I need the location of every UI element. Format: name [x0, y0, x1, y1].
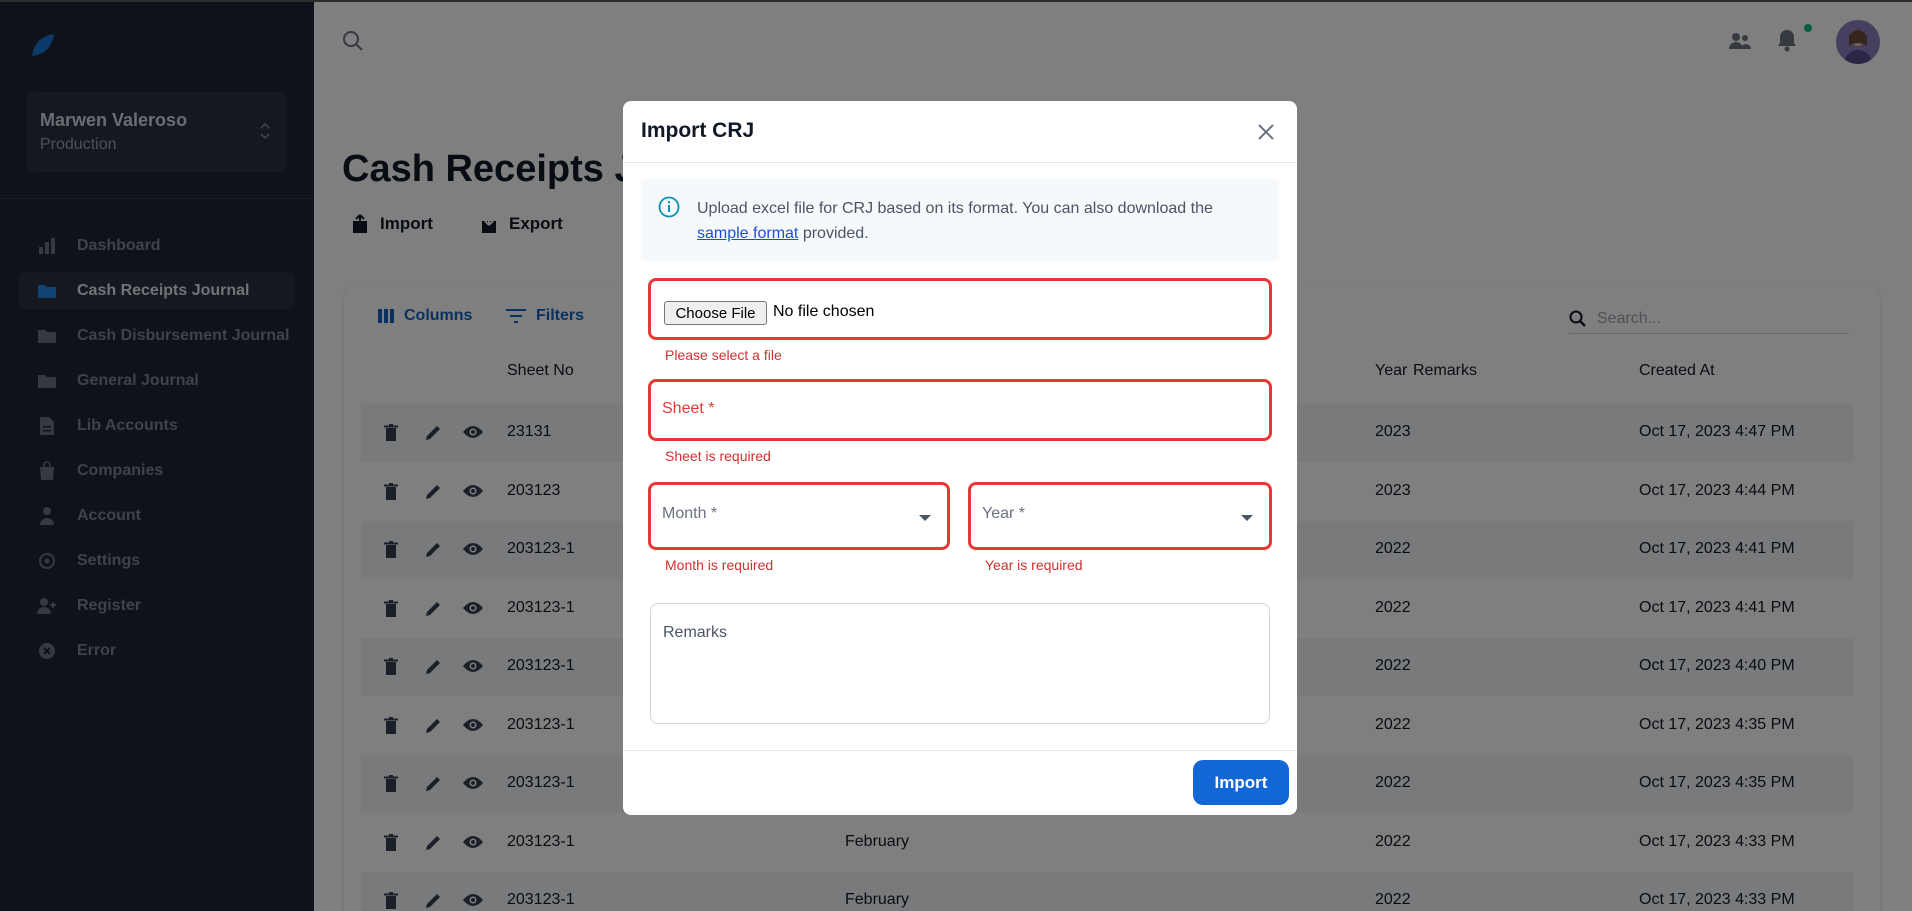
choose-file-button[interactable]: Choose File: [664, 301, 767, 325]
month-select[interactable]: Month *: [648, 482, 950, 550]
info-icon: [658, 196, 680, 218]
sheet-input[interactable]: Sheet *: [648, 379, 1272, 441]
info-alert: Upload excel file for CRJ based on its f…: [641, 179, 1279, 261]
file-status: No file chosen: [773, 303, 875, 320]
sample-format-link[interactable]: sample format: [697, 225, 798, 242]
sheet-error: Sheet is required: [665, 448, 771, 464]
chevron-down-icon: [919, 515, 931, 521]
year-select[interactable]: Year *: [968, 482, 1272, 550]
file-error: Please select a file: [665, 347, 782, 363]
month-label: Month *: [662, 505, 718, 522]
remarks-label: Remarks: [663, 624, 728, 641]
info-text-after: provided.: [798, 225, 869, 242]
import-crj-dialog: Import CRJ Upload excel file for CRJ bas…: [623, 101, 1297, 815]
file-input-field: Choose File No file chosen: [648, 278, 1272, 340]
import-submit-button[interactable]: Import: [1193, 760, 1289, 805]
month-error: Month is required: [665, 557, 774, 573]
sheet-label: Sheet *: [662, 400, 715, 417]
close-icon[interactable]: [1255, 121, 1277, 143]
year-error: Year is required: [985, 557, 1083, 573]
info-text-before: Upload excel file for CRJ based on its f…: [697, 200, 1213, 217]
dialog-footer-divider: [623, 750, 1297, 751]
info-message: Upload excel file for CRJ based on its f…: [697, 196, 1267, 246]
remarks-textarea[interactable]: Remarks: [650, 603, 1270, 724]
dialog-title: Import CRJ: [641, 119, 755, 142]
dialog-header: Import CRJ: [623, 101, 1297, 163]
chevron-down-icon: [1241, 515, 1253, 521]
year-label: Year *: [982, 505, 1025, 522]
